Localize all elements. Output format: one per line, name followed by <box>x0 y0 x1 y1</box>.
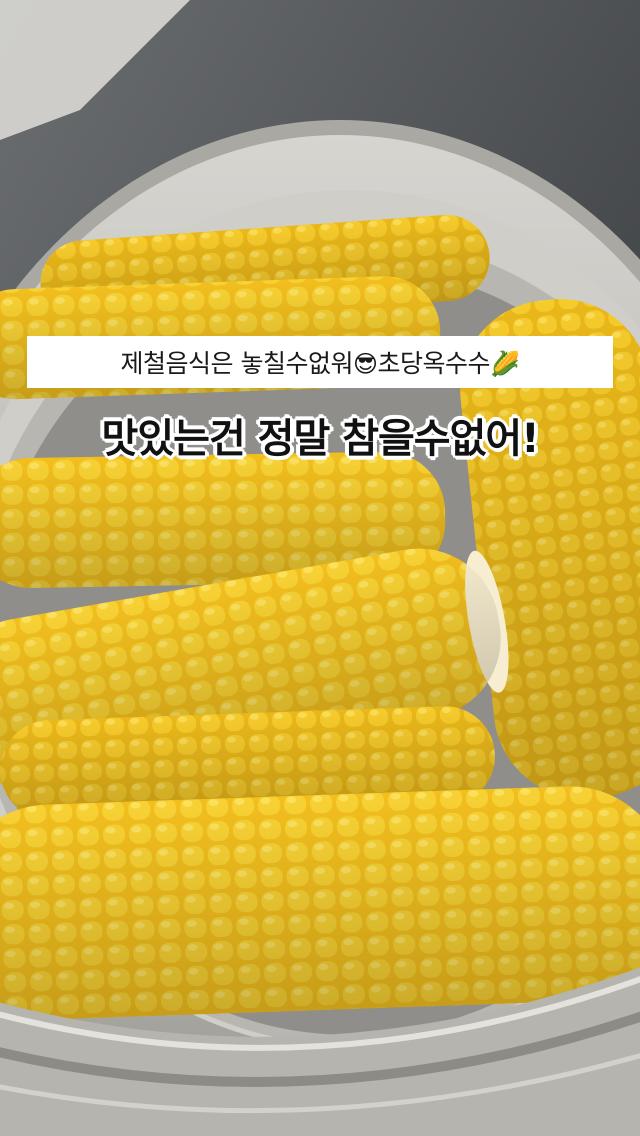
corn-emoji-icon: 🌽 <box>490 350 520 378</box>
sunglasses-emoji-icon: 😎 <box>353 350 378 378</box>
subtitle-text: 제철음식은 놓칠수없워😎초당옥수수🌽 <box>121 344 520 380</box>
corn-steamer-photo <box>0 0 640 1136</box>
subtitle-part-2: 초당옥수수 <box>377 349 491 378</box>
headline-banner: 맛있는건 정말 참을수없어! <box>0 398 640 472</box>
subtitle-part-1: 제철음식은 놓칠수없워 <box>120 349 354 378</box>
subtitle-banner: 제철음식은 놓칠수없워😎초당옥수수🌽 <box>27 336 613 388</box>
headline-text: 맛있는건 정말 참을수없어! <box>101 416 540 462</box>
